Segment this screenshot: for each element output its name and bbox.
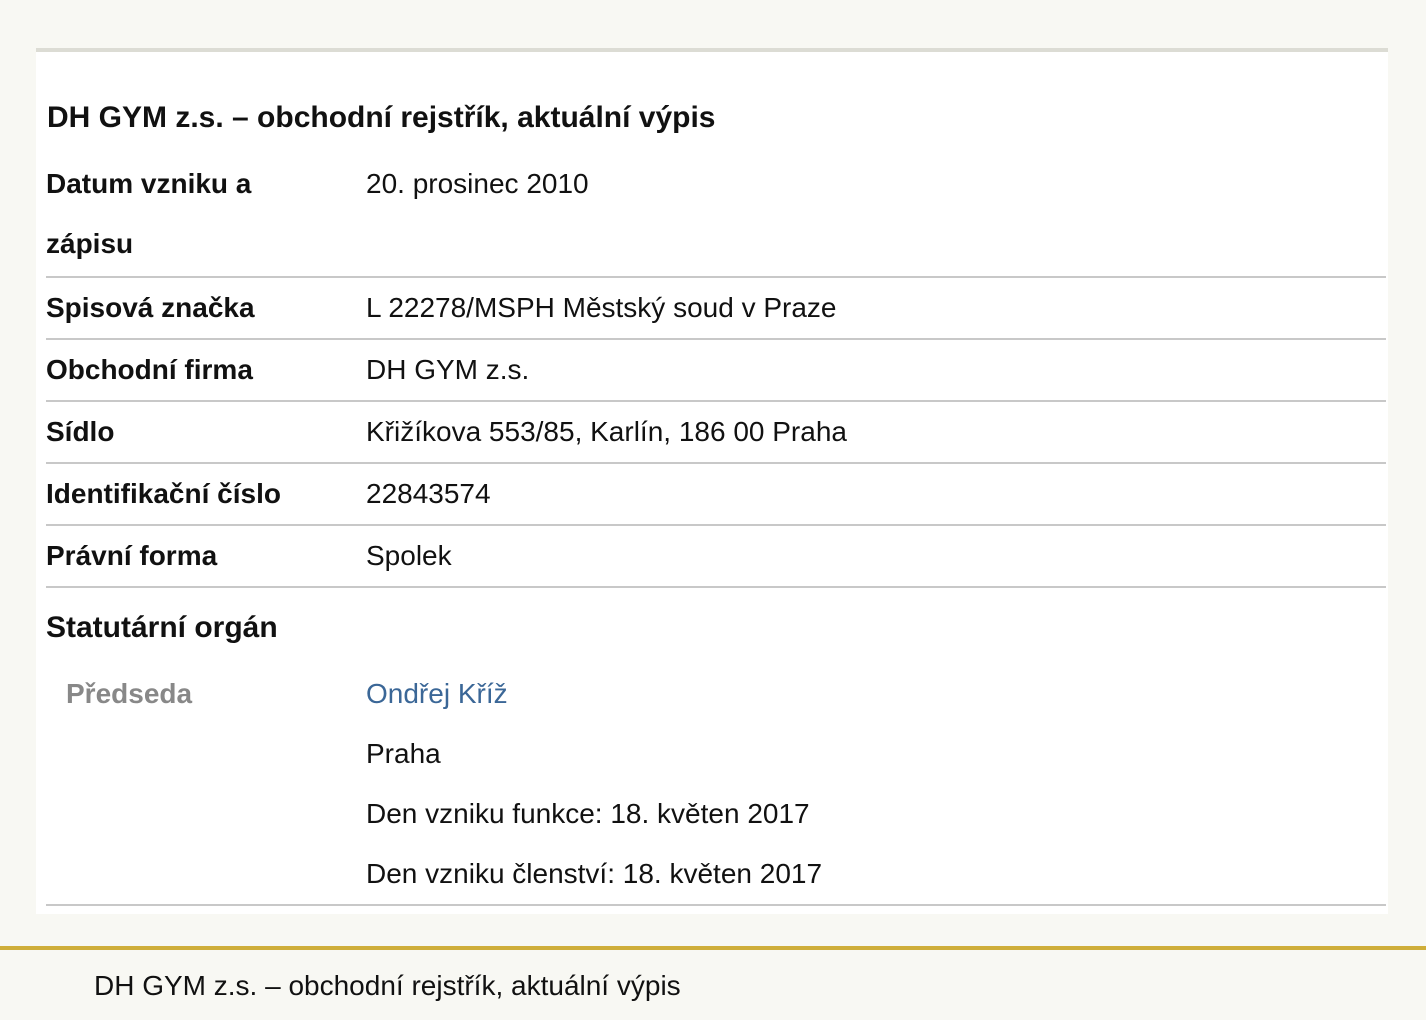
row-spisova-znacka: Spisová značka L 22278/MSPH Městský soud… bbox=[46, 278, 1386, 340]
page-title: DH GYM z.s. – obchodní rejstřík, aktuáln… bbox=[47, 101, 716, 134]
row-label: Datum vzniku a zápisu bbox=[46, 168, 252, 259]
row-value: Spolek bbox=[366, 540, 452, 571]
row-datum-vzniku: Datum vzniku a zápisu 20. prosinec 2010 bbox=[46, 152, 1386, 278]
row-label: Obchodní firma bbox=[46, 354, 253, 385]
row-sidlo: Sídlo Křižíkova 553/85, Karlín, 186 00 P… bbox=[46, 402, 1386, 464]
row-obchodni-firma: Obchodní firma DH GYM z.s. bbox=[46, 340, 1386, 402]
statutory-member: Předseda Ondřej Kříž Praha Den vzniku fu… bbox=[46, 664, 1386, 906]
member-function-start: Den vzniku funkce: 18. květen 2017 bbox=[366, 798, 810, 829]
member-name-link[interactable]: Ondřej Kříž bbox=[366, 664, 508, 724]
member-role: Předseda bbox=[66, 678, 193, 709]
member-membership-start: Den vzniku členství: 18. květen 2017 bbox=[366, 858, 823, 889]
row-value: Křižíkova 553/85, Karlín, 186 00 Praha bbox=[366, 416, 847, 447]
row-value: DH GYM z.s. bbox=[366, 354, 530, 385]
footer: DH GYM z.s. – obchodní rejstřík, aktuáln… bbox=[0, 946, 1426, 1020]
row-label: Identifikační číslo bbox=[46, 478, 281, 509]
row-label: Právní forma bbox=[46, 540, 218, 571]
row-value: 20. prosinec 2010 bbox=[366, 168, 589, 199]
row-value: L 22278/MSPH Městský soud v Praze bbox=[366, 292, 837, 323]
member-city: Praha bbox=[366, 738, 441, 769]
registry-table: Datum vzniku a zápisu 20. prosinec 2010 … bbox=[46, 152, 1386, 588]
row-identifikacni-cislo: Identifikační číslo 22843574 bbox=[46, 464, 1386, 526]
registry-card: DH GYM z.s. – obchodní rejstřík, aktuáln… bbox=[36, 48, 1388, 914]
row-value: 22843574 bbox=[366, 478, 491, 509]
row-label: Sídlo bbox=[46, 416, 115, 447]
statutory-section-title: Statutární orgán bbox=[46, 611, 278, 644]
row-label: Spisová značka bbox=[46, 292, 255, 323]
footer-text: DH GYM z.s. – obchodní rejstřík, aktuáln… bbox=[94, 970, 681, 1001]
row-pravni-forma: Právní forma Spolek bbox=[46, 526, 1386, 588]
